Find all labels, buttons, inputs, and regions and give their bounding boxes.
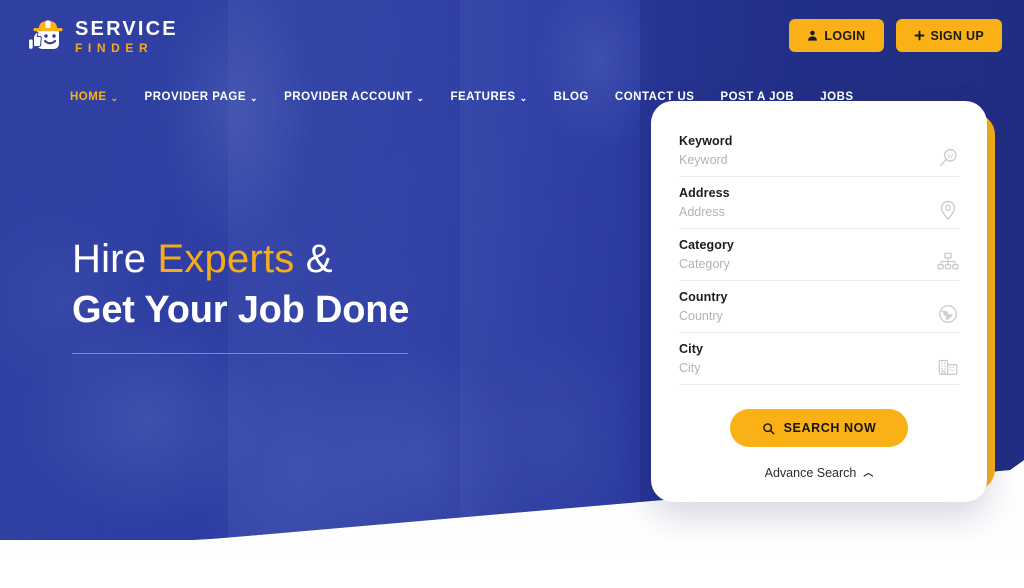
svg-text:W: W	[948, 154, 954, 160]
search-field-city[interactable]: City	[679, 333, 959, 385]
nav-item-blog[interactable]: BLOG	[554, 91, 589, 103]
nav-item-label: PROVIDER ACCOUNT	[284, 91, 413, 103]
login-button[interactable]: LOGIN	[789, 19, 884, 52]
search-icon	[762, 422, 774, 434]
hero-headline-amp: &	[294, 237, 333, 281]
signup-button[interactable]: SIGN UP	[895, 19, 1002, 52]
search-field-category[interactable]: Category	[679, 229, 959, 281]
search-field-country[interactable]: Country	[679, 281, 959, 333]
hero-divider-rule	[72, 352, 408, 355]
field-label: City	[679, 342, 704, 356]
nav-item-provider-page[interactable]: PROVIDER PAGE ⌄	[145, 91, 259, 103]
user-icon	[808, 30, 818, 41]
nav-item-label: FEATURES	[450, 91, 516, 103]
logo[interactable]: SERVICE FINDER	[24, 15, 178, 57]
hero-headline-line2: Get Your Job Done	[72, 289, 410, 332]
nav-item-label: PROVIDER PAGE	[144, 91, 247, 103]
search-button-wrap: SEARCH NOW	[679, 409, 959, 447]
search-now-button[interactable]: SEARCH NOW	[729, 409, 909, 447]
page-root: SERVICE FINDER LOGIN SIGN UP HOME ⌄ PROV…	[0, 0, 1024, 588]
search-card-area: Keyword W Address	[651, 101, 995, 502]
search-field-keyword[interactable]: Keyword W	[679, 125, 959, 177]
address-input[interactable]	[679, 205, 879, 219]
city-input[interactable]	[679, 361, 879, 375]
hero-headline-experts: Experts	[157, 237, 295, 281]
hero-headline-line1: Hire Experts &	[72, 237, 409, 281]
buildings-icon	[937, 355, 959, 377]
nav-item-features[interactable]: FEATURES ⌄	[450, 91, 527, 103]
map-pin-icon	[937, 199, 959, 221]
magnifier-w-icon: W	[937, 147, 959, 169]
nav-item-label: HOME	[70, 91, 107, 103]
nav-item-label: JOBS	[820, 91, 854, 103]
login-label: LOGIN	[824, 28, 866, 43]
nav-item-label: CONTACT US	[614, 91, 695, 103]
country-input[interactable]	[679, 309, 879, 323]
advance-search-toggle[interactable]: Advance Search ︿	[679, 465, 959, 480]
main-navigation: HOME ⌄ PROVIDER PAGE ⌄ PROVIDER ACCOUNT …	[70, 91, 880, 108]
nav-item-post-a-job[interactable]: POST A JOB	[720, 91, 794, 103]
chevron-down-icon: ⌄	[110, 92, 119, 103]
plus-icon	[914, 30, 924, 41]
chevron-down-icon: ⌄	[519, 92, 528, 103]
signup-label: SIGN UP	[930, 28, 984, 43]
chevron-down-icon: ⌄	[416, 92, 425, 103]
field-label: Country	[679, 290, 728, 304]
logo-text: SERVICE FINDER	[75, 18, 178, 54]
chevron-up-icon: ︿	[863, 468, 874, 479]
nav-item-home[interactable]: HOME ⌄	[70, 91, 119, 103]
hero-copy: Hire Experts & Get Your Job Done	[72, 237, 410, 355]
auth-buttons: LOGIN SIGN UP	[789, 19, 1002, 52]
nav-item-jobs[interactable]: JOBS	[820, 91, 856, 108]
logo-line-service: SERVICE	[75, 18, 178, 40]
search-card: Keyword W Address	[651, 101, 987, 502]
logo-line-finder: FINDER	[75, 41, 154, 55]
field-label: Address	[679, 186, 730, 200]
field-label: Category	[679, 238, 734, 252]
nav-item-label: POST A JOB	[720, 91, 795, 103]
search-now-label: SEARCH NOW	[783, 421, 877, 435]
nav-item-label: BLOG	[553, 91, 589, 103]
chevron-down-icon: ⌄	[250, 92, 259, 103]
nav-item-provider-account[interactable]: PROVIDER ACCOUNT ⌄	[284, 91, 424, 103]
hardhat-thumbsup-logo-icon	[28, 20, 63, 50]
keyword-input[interactable]	[679, 153, 879, 167]
advance-search-label: Advance Search	[764, 465, 857, 480]
globe-icon	[937, 303, 959, 325]
nav-item-contact-us[interactable]: CONTACT US	[615, 91, 695, 103]
category-input[interactable]	[679, 257, 879, 271]
sitemap-icon	[937, 251, 959, 273]
hero-headline-hire: Hire	[72, 237, 158, 281]
search-field-address[interactable]: Address	[679, 177, 959, 229]
field-label: Keyword	[679, 134, 733, 148]
